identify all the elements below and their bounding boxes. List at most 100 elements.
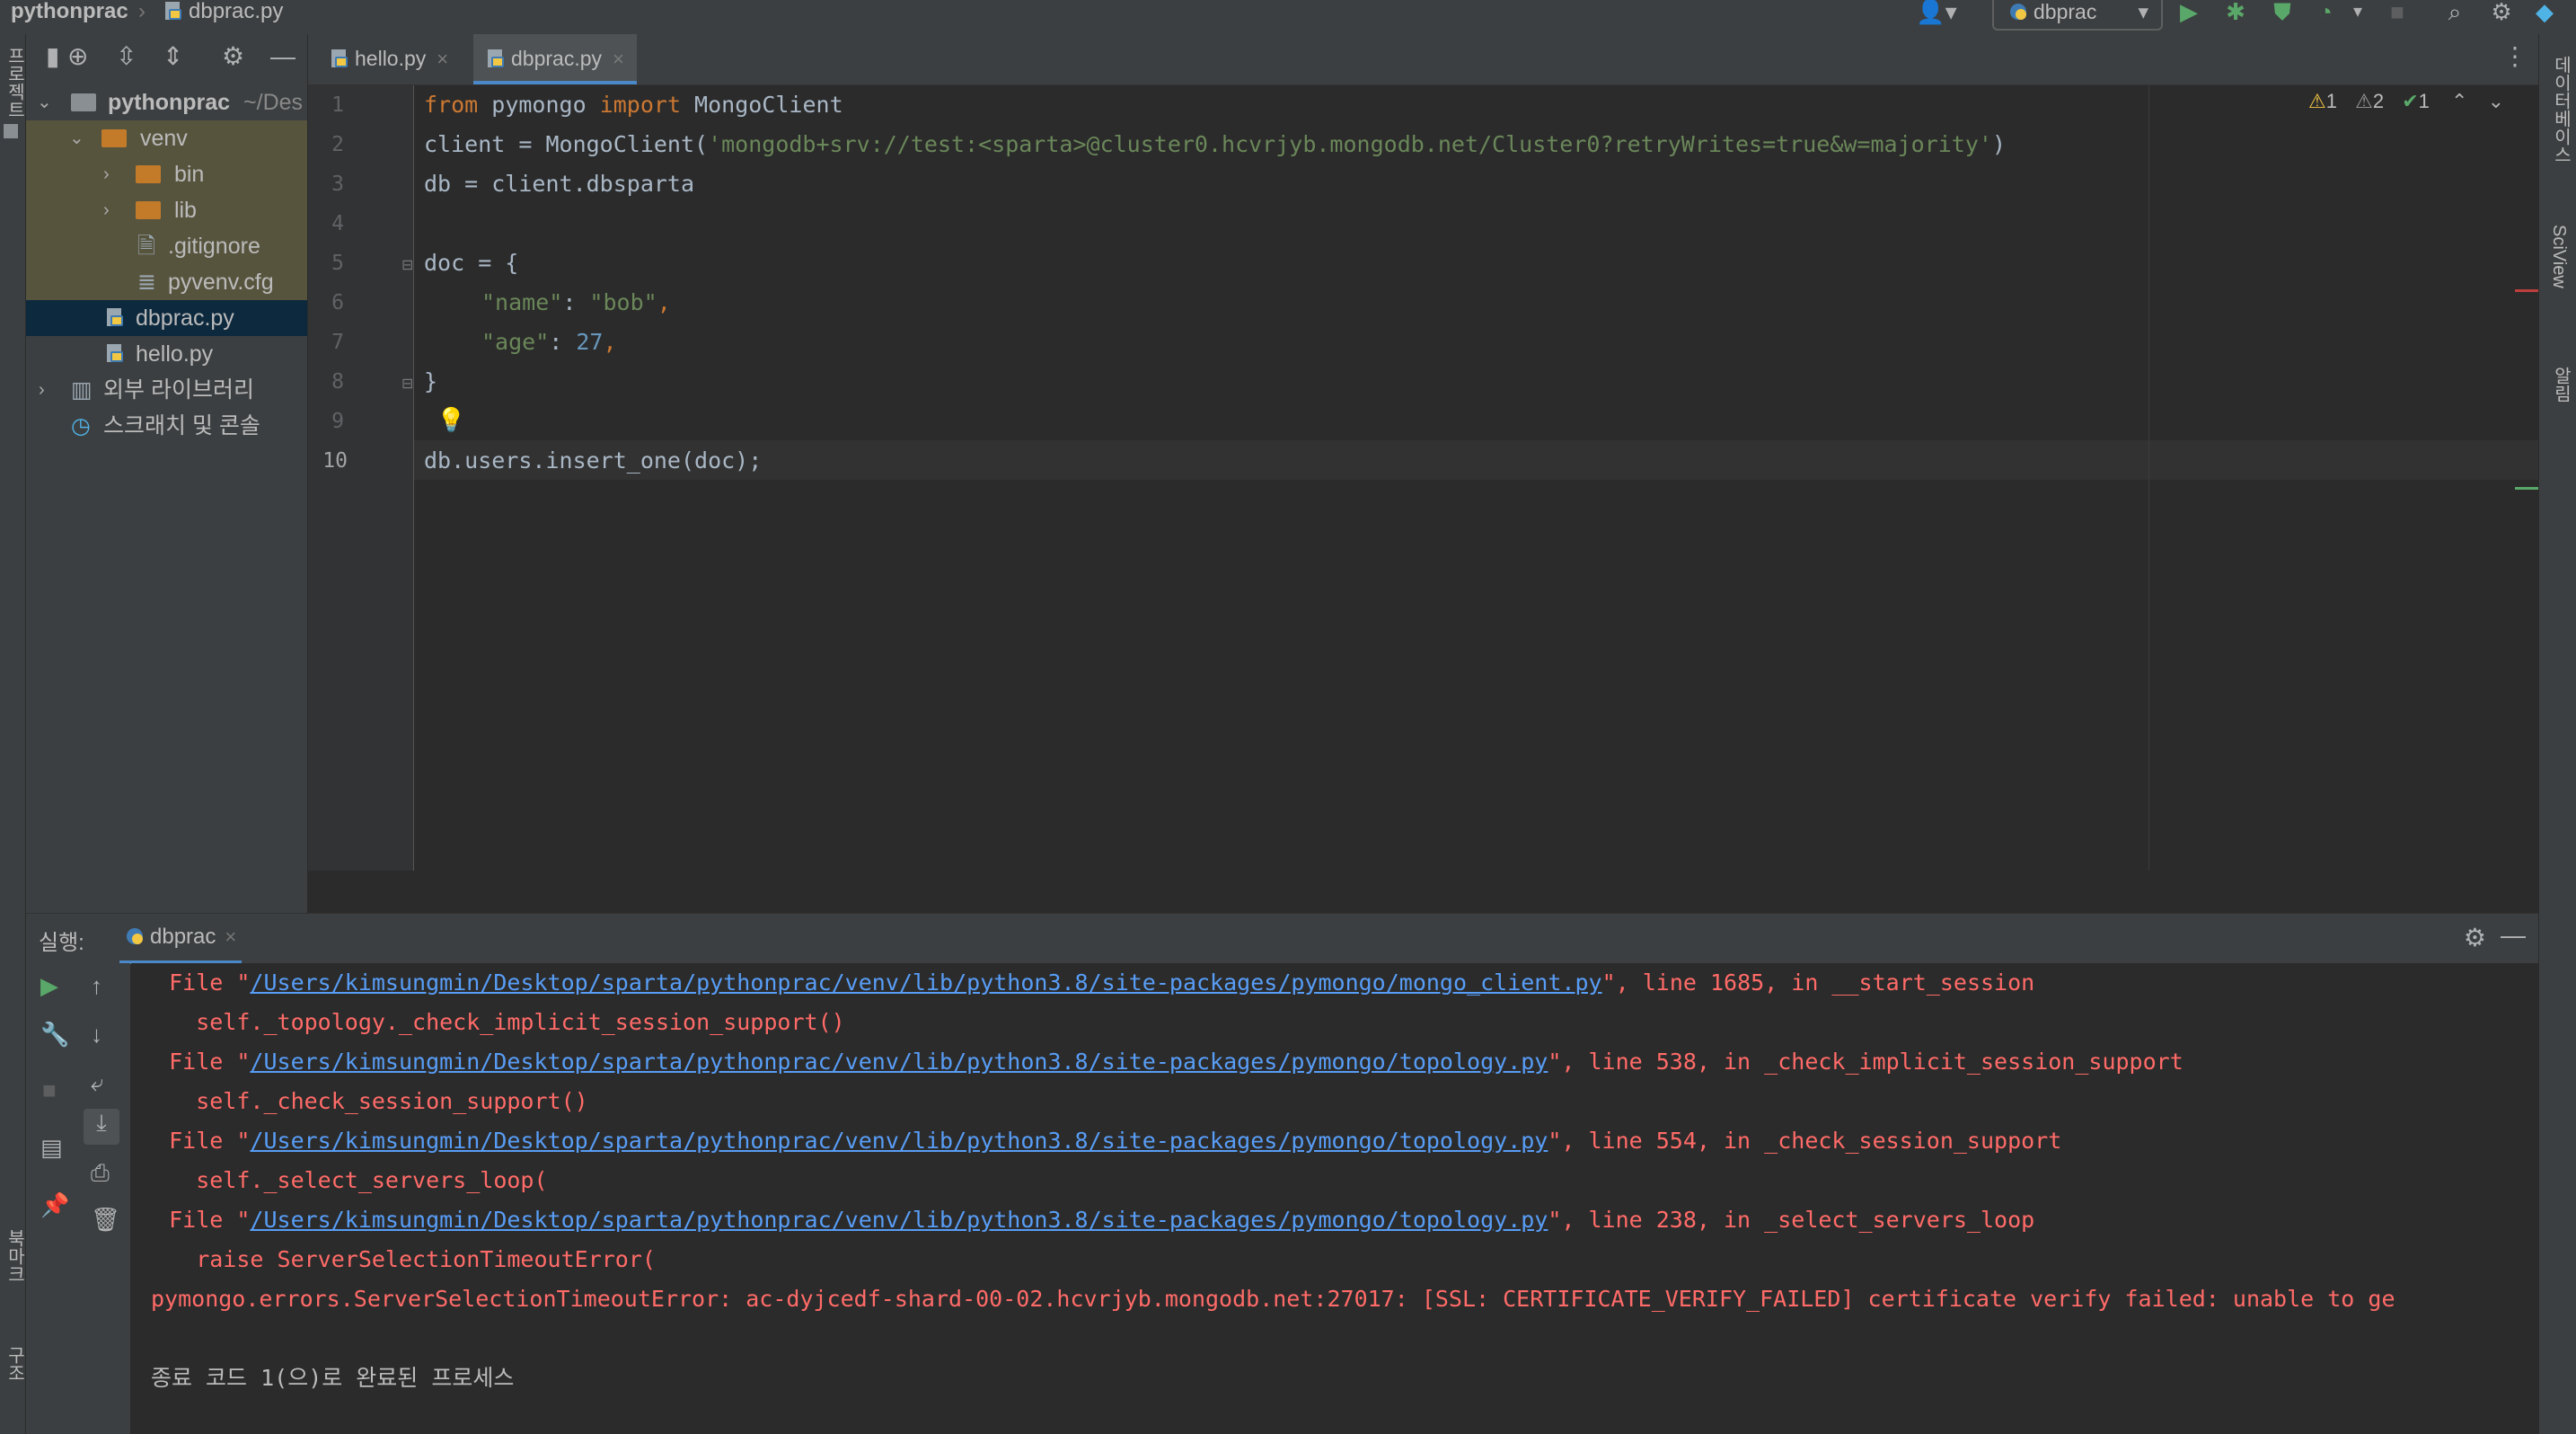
run-settings-gear-icon[interactable]: ⚙: [2464, 923, 2486, 952]
clear-all-trash-icon[interactable]: 🗑: [91, 1206, 120, 1234]
modify-run-config-wrench-icon[interactable]: 🔧: [40, 1021, 69, 1049]
editor-tab-bar: hello.py × dbprac.py × ⋮: [308, 34, 2538, 85]
tree-item-scratches[interactable]: ◷ 스크래치 및 콘솔: [26, 408, 307, 444]
fold-icon[interactable]: ⊟: [401, 375, 413, 393]
search-icon[interactable]: ⌕: [2441, 0, 2468, 27]
account-icon[interactable]: 👤▾: [1911, 0, 1962, 27]
tree-item-label: dbprac.py: [136, 305, 234, 331]
tree-item-gitignore[interactable]: 🗎 .gitignore: [26, 228, 307, 264]
traceback-file-link[interactable]: /Users/kimsungmin/Desktop/sparta/pythonp…: [250, 1128, 1548, 1154]
code-line-7: "age": 27,: [481, 329, 617, 355]
hide-run-panel-icon[interactable]: —: [2501, 921, 2526, 950]
expand-all-icon[interactable]: ⇳: [116, 41, 137, 72]
tab-options-icon[interactable]: ⋮: [2502, 41, 2527, 71]
tree-item-external-libraries[interactable]: › ▥ 외부 라이브러리: [26, 372, 307, 408]
code-line-8: }: [424, 368, 438, 394]
line-number: 3: [331, 173, 344, 196]
code-line-5: doc = {: [424, 250, 519, 276]
more-run-chevron-icon[interactable]: ▾: [2344, 0, 2371, 27]
library-icon: ▥: [71, 377, 93, 403]
stop-icon[interactable]: ■: [42, 1076, 57, 1104]
typo-count: 1: [2418, 90, 2430, 112]
run-configuration-select[interactable]: dbprac ▾: [1992, 0, 2163, 31]
tree-item-lib[interactable]: › lib: [26, 192, 307, 228]
traceback-file-link[interactable]: /Users/kimsungmin/Desktop/sparta/pythonp…: [250, 1207, 1548, 1233]
project-panel: ▮ ⊕ ⇳ ⇕ ⚙ — ⌄ pythonprac ~/Des ⌄ venv › …: [26, 34, 307, 913]
fold-icon[interactable]: ⊟: [401, 256, 413, 274]
close-tab-icon[interactable]: ×: [437, 48, 448, 70]
weak-warning-count: 2: [2372, 90, 2385, 112]
print-icon[interactable]: ⎙: [91, 1159, 110, 1188]
tree-item-dbprac[interactable]: dbprac.py: [26, 300, 307, 336]
process-exit-message: 종료 코드 1(으)로 완료된 프로세스: [151, 1365, 515, 1391]
tree-item-label: pythonprac: [107, 90, 231, 115]
database-tool-window-button[interactable]: 데이터베이스: [2548, 56, 2574, 164]
console-line: File "/Users/kimsungmin/Desktop/sparta/p…: [142, 1049, 2183, 1075]
tree-item-label: lib: [173, 198, 197, 223]
scroll-down-icon[interactable]: ↓: [91, 1021, 102, 1049]
run-toolbar: ▶ ↑ 🔧 ↓ ⤶ ■ ⤓ ▤ ⎙ 📌 🗑: [26, 963, 130, 1434]
traceback-file-link[interactable]: /Users/kimsungmin/Desktop/sparta/pythonp…: [250, 969, 1601, 996]
hide-panel-icon[interactable]: —: [270, 41, 296, 72]
run-configuration-label: dbprac: [2033, 0, 2097, 23]
collapse-all-icon[interactable]: ⇕: [163, 41, 183, 72]
notifications-tool-window-button[interactable]: 알림: [2548, 367, 2574, 403]
run-console-output[interactable]: File "/Users/kimsungmin/Desktop/sparta/p…: [131, 963, 2538, 1434]
layout-icon[interactable]: ▤: [40, 1134, 63, 1162]
chevron-down-icon: ⌄: [37, 93, 52, 112]
bookmarks-tool-window-button[interactable]: 북마크: [2, 1229, 28, 1283]
error-stripe-mark[interactable]: [2515, 289, 2538, 292]
tree-item-pythonprac[interactable]: ⌄ pythonprac ~/Des: [26, 84, 307, 120]
right-tool-stripe: 데이터베이스 SciView 알림: [2538, 34, 2576, 1434]
run-icon[interactable]: ▶: [2175, 0, 2202, 27]
tree-item-label: 외부 라이브러리: [103, 377, 254, 403]
run-panel-title: 실행:: [39, 931, 84, 955]
previous-highlight-icon[interactable]: ⌃: [2451, 90, 2467, 112]
tab-dbprac-py[interactable]: dbprac.py ×: [473, 34, 637, 84]
tree-item-hello[interactable]: hello.py: [26, 336, 307, 372]
console-line: self._topology._check_implicit_session_s…: [142, 1009, 845, 1035]
project-view-icon[interactable]: ▮: [46, 41, 59, 72]
scratches-icon: ◷: [71, 413, 91, 438]
tree-item-bin[interactable]: › bin: [26, 156, 307, 192]
structure-tool-window-button[interactable]: 구조: [2, 1346, 28, 1382]
project-tool-window-button[interactable]: 프로젝트: [2, 47, 28, 119]
close-tab-icon[interactable]: ×: [225, 925, 236, 948]
run-tab-dbprac[interactable]: dbprac ×: [119, 914, 243, 964]
lightbulb-icon[interactable]: 💡: [437, 406, 465, 434]
tab-label: dbprac.py: [511, 47, 603, 70]
chevron-right-icon: ›: [39, 380, 45, 400]
sciview-tool-window-button[interactable]: SciView: [2548, 225, 2569, 288]
scroll-up-icon[interactable]: ↑: [91, 972, 102, 1000]
profile-icon[interactable]: ◔: [2312, 0, 2339, 27]
tab-hello-py[interactable]: hello.py ×: [317, 34, 461, 84]
tree-item-label: hello.py: [136, 341, 214, 367]
pin-tab-icon[interactable]: 📌: [40, 1191, 69, 1219]
navigation-bar: pythonprac › dbprac.py 👤▾ dbprac ▾ ▶ ✱ ⛊…: [0, 0, 2576, 35]
next-highlight-icon[interactable]: ⌄: [2488, 90, 2504, 112]
console-line: self._check_session_support(): [142, 1088, 588, 1114]
inspection-widget[interactable]: ⚠1 ⚠2 ✔1 ⌃ ⌄: [2308, 90, 2504, 113]
tab-label: hello.py: [355, 47, 427, 70]
tree-item-path: ~/Des: [243, 90, 304, 115]
coverage-icon[interactable]: ⛊: [2269, 0, 2296, 27]
close-tab-icon[interactable]: ×: [613, 48, 624, 70]
change-stripe-mark[interactable]: [2515, 487, 2538, 490]
locate-file-icon[interactable]: ⊕: [67, 41, 88, 72]
warning-count: 1: [2325, 90, 2337, 112]
tree-item-pyvenv-cfg[interactable]: ≣ pyvenv.cfg: [26, 264, 307, 300]
folder-icon: [101, 129, 127, 147]
tree-item-label: bin: [173, 162, 205, 187]
breadcrumb-file[interactable]: dbprac.py: [163, 0, 283, 27]
rerun-icon[interactable]: ▶: [40, 972, 58, 1000]
settings-gear-icon[interactable]: ⚙: [2488, 0, 2515, 27]
ide-logo-icon: ◆: [2536, 0, 2554, 25]
soft-wrap-icon[interactable]: ⤶: [91, 1069, 104, 1098]
breadcrumb-project[interactable]: pythonprac: [11, 0, 128, 27]
tree-item-venv[interactable]: ⌄ venv: [26, 120, 307, 156]
scroll-to-end-icon[interactable]: ⤓: [84, 1109, 119, 1145]
traceback-file-link[interactable]: /Users/kimsungmin/Desktop/sparta/pythonp…: [250, 1049, 1548, 1075]
debug-icon[interactable]: ✱: [2222, 0, 2249, 27]
project-settings-gear-icon[interactable]: ⚙: [222, 41, 244, 72]
stop-icon[interactable]: ■: [2384, 0, 2411, 27]
